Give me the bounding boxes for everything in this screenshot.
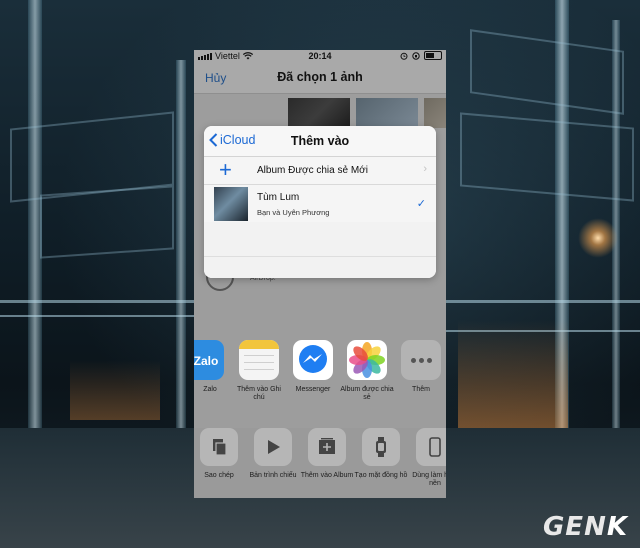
page-title: Đã chọn 1 ảnh	[277, 70, 363, 84]
plus-icon: +	[219, 157, 232, 182]
share-app-shared-album[interactable]: Album được chia sẻ	[339, 340, 395, 402]
action-slideshow[interactable]: Bản trình chiếu	[245, 428, 301, 480]
alarm-icon	[400, 52, 408, 60]
checkmark-icon: ✓	[416, 198, 426, 210]
action-label: Sao chép	[204, 472, 234, 479]
action-add-to-album[interactable]: Thêm vào Album	[299, 428, 355, 480]
action-create-watch-face[interactable]: Tạo mặt đồng hồ	[353, 428, 409, 480]
album-cover-thumbnail	[214, 187, 248, 221]
action-label: Thêm vào Album	[300, 472, 354, 479]
zalo-icon: Zalo	[194, 340, 224, 380]
svg-text:Zalo: Zalo	[194, 354, 218, 368]
share-app-zalo[interactable]: Zalo Zalo	[194, 340, 232, 394]
status-bar: Viettel 20:14	[194, 50, 446, 63]
genk-watermark: GENK	[542, 512, 628, 542]
shared-album-row[interactable]: Tùm Lum Bạn và Uyên Phương ✓	[204, 184, 436, 223]
share-app-more[interactable]: Thêm	[393, 340, 446, 394]
share-app-label: Thêm	[412, 386, 430, 393]
chevron-right-icon: ›	[423, 163, 427, 175]
new-shared-album-label: Album Được chia sẻ Mới	[257, 165, 368, 176]
photo-thumbnail[interactable]	[424, 98, 446, 128]
battery-icon	[424, 51, 442, 60]
photos-icon	[347, 340, 387, 380]
add-to-shared-album-sheet: iCloud Thêm vào + Album Được chia sẻ Mới…	[204, 126, 436, 278]
action-label: Dùng làm hình nền	[412, 472, 446, 487]
phone-icon	[416, 428, 446, 466]
sheet-empty-area	[204, 222, 436, 278]
share-app-messenger[interactable]: Messenger	[285, 340, 341, 394]
action-copy[interactable]: Sao chép	[194, 428, 247, 480]
play-icon	[254, 428, 292, 466]
divider	[204, 256, 436, 257]
orientation-lock-icon	[412, 51, 420, 60]
album-members: Bạn và Uyên Phương	[257, 208, 330, 217]
photo-thumbnail[interactable]	[288, 98, 350, 128]
action-label: Tạo mặt đồng hồ	[354, 472, 408, 479]
share-app-label: Messenger	[295, 386, 331, 393]
photo-thumbnail[interactable]	[356, 98, 418, 128]
watch-icon	[362, 428, 400, 466]
new-shared-album-row[interactable]: + Album Được chia sẻ Mới ›	[204, 156, 436, 185]
action-use-as-wallpaper[interactable]: Dùng làm hình nền	[407, 428, 446, 488]
nav-bar: Hủy Đã chọn 1 ảnh	[194, 63, 446, 94]
add-album-icon	[308, 428, 346, 466]
share-app-notes[interactable]: Thêm vào Ghi chú	[231, 340, 287, 402]
more-icon	[401, 340, 441, 380]
share-app-label: Thêm vào Ghi chú	[237, 386, 281, 401]
album-name: Tùm Lum	[257, 192, 300, 203]
phone-screen: Viettel 20:14 Hủy Đã chọn 1 ảnh AirDrop.…	[194, 50, 446, 498]
share-apps-row: Zalo Zalo Thêm vào Ghi chú Messenger Alb…	[194, 340, 446, 405]
copy-icon	[200, 428, 238, 466]
share-app-label: Zalo	[203, 386, 217, 393]
notes-icon	[239, 340, 279, 380]
action-label: Bản trình chiếu	[249, 472, 297, 479]
actions-row: Sao chép Bản trình chiếu Thêm vào Album …	[194, 428, 446, 498]
photo-strip	[194, 98, 446, 128]
messenger-icon	[293, 340, 333, 380]
sheet-title: Thêm vào	[290, 134, 350, 148]
share-app-label: Album được chia sẻ	[340, 386, 394, 401]
sheet-header: iCloud Thêm vào	[204, 126, 436, 157]
